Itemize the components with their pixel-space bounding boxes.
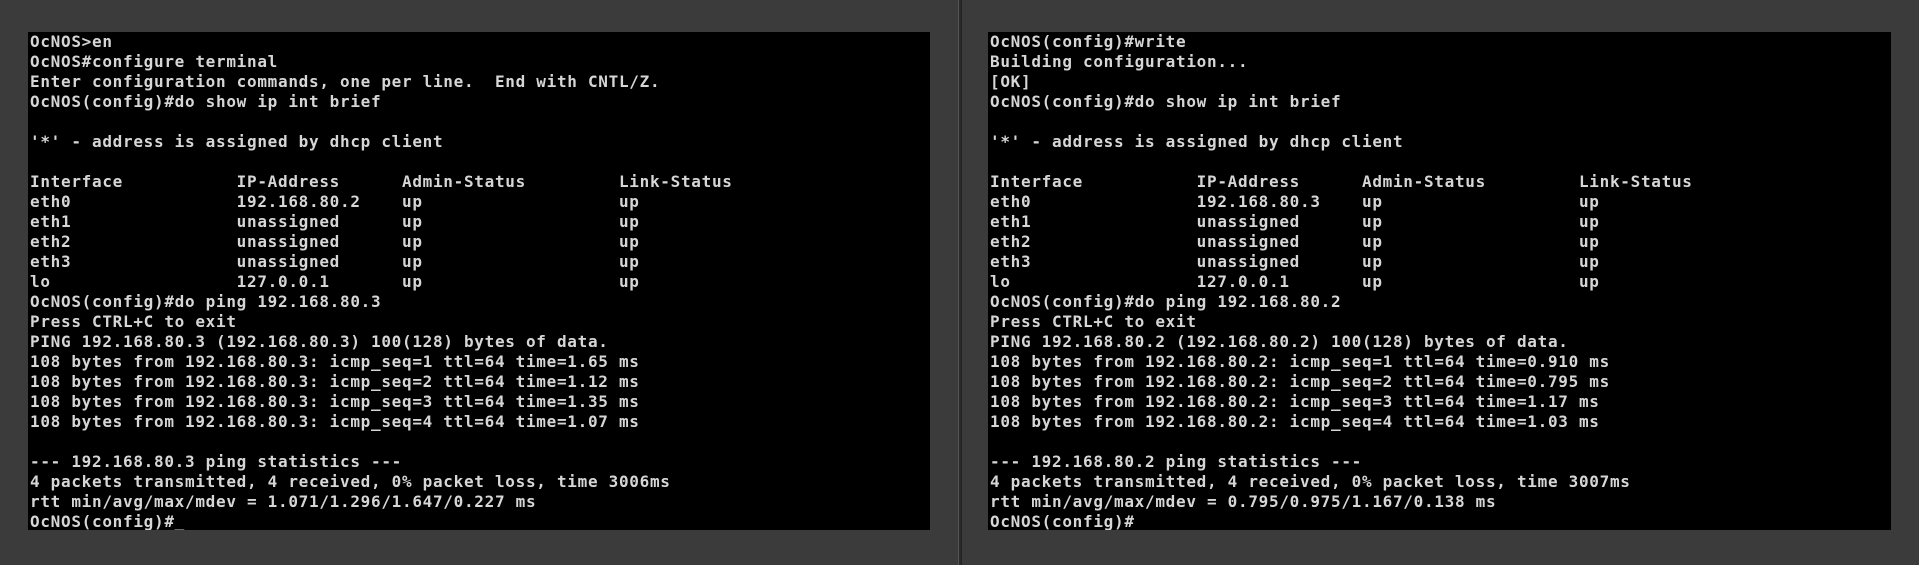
terminal-line: OcNOS(config)#do show ip int brief — [990, 92, 1342, 111]
terminal-line: rtt min/avg/max/mdev = 0.795/0.975/1.167… — [990, 492, 1497, 511]
terminal-line: OcNOS(config)#do ping 192.168.80.3 — [30, 292, 382, 311]
right-console-pane: OcNOS(config)#write Building configuratio… — [962, 0, 1919, 565]
terminal-line: 108 bytes from 192.168.80.2: icmp_seq=1 … — [990, 352, 1610, 371]
terminal-line: Press CTRL+C to exit — [30, 312, 237, 331]
terminal-line: '*' - address is assigned by dhcp client — [990, 132, 1404, 151]
terminal-line: eth3 unassigned up up — [30, 252, 640, 271]
terminal-line: PING 192.168.80.2 (192.168.80.2) 100(128… — [990, 332, 1569, 351]
terminal-line: eth3 unassigned up up — [990, 252, 1600, 271]
terminal-line: 108 bytes from 192.168.80.3: icmp_seq=4 … — [30, 412, 640, 431]
right-terminal-output: OcNOS(config)#write Building configuratio… — [990, 32, 1693, 530]
terminal-line: 108 bytes from 192.168.80.2: icmp_seq=4 … — [990, 412, 1600, 431]
terminal-line: '*' - address is assigned by dhcp client — [30, 132, 444, 151]
terminal-line: eth2 unassigned up up — [30, 232, 640, 251]
terminal-line: lo 127.0.0.1 up up — [30, 272, 640, 291]
terminal-line: rtt min/avg/max/mdev = 1.071/1.296/1.647… — [30, 492, 537, 511]
terminal-line: 108 bytes from 192.168.80.3: icmp_seq=2 … — [30, 372, 640, 391]
terminal-line: eth1 unassigned up up — [30, 212, 640, 231]
terminal-line: Building configuration... — [990, 52, 1249, 71]
terminal-line: --- 192.168.80.2 ping statistics --- — [990, 452, 1362, 471]
terminal-line: --- 192.168.80.3 ping statistics --- — [30, 452, 402, 471]
terminal-line: PING 192.168.80.3 (192.168.80.3) 100(128… — [30, 332, 609, 351]
terminal-line: 4 packets transmitted, 4 received, 0% pa… — [990, 472, 1631, 491]
terminal-line: 108 bytes from 192.168.80.3: icmp_seq=3 … — [30, 392, 640, 411]
terminal-line: lo 127.0.0.1 up up — [990, 272, 1600, 291]
terminal-line: eth1 unassigned up up — [990, 212, 1600, 231]
left-terminal-screen[interactable]: OcNOS>en OcNOS#configure terminal Enter co… — [28, 32, 930, 530]
terminal-line: Enter configuration commands, one per li… — [30, 72, 661, 91]
right-terminal-screen[interactable]: OcNOS(config)#write Building configuratio… — [988, 32, 1891, 530]
left-terminal-output: OcNOS>en OcNOS#configure terminal Enter co… — [30, 32, 733, 530]
terminal-line: 108 bytes from 192.168.80.2: icmp_seq=3 … — [990, 392, 1600, 411]
terminal-line: 4 packets transmitted, 4 received, 0% pa… — [30, 472, 671, 491]
terminal-line: OcNOS>en — [30, 32, 113, 51]
terminal-line: OcNOS#configure terminal — [30, 52, 278, 71]
terminal-line: OcNOS(config)# — [990, 512, 1135, 530]
terminal-line: [OK] — [990, 72, 1032, 91]
terminal-line: Interface IP-Address Admin-Status Link-S… — [30, 172, 733, 191]
terminal-line: eth0 192.168.80.2 up up — [30, 192, 640, 211]
terminal-line: OcNOS(config)#_ — [30, 512, 185, 530]
terminal-line: OcNOS(config)#write — [990, 32, 1187, 51]
terminal-line: eth2 unassigned up up — [990, 232, 1600, 251]
terminal-line: Press CTRL+C to exit — [990, 312, 1197, 331]
terminal-line: OcNOS(config)#do show ip int brief — [30, 92, 382, 111]
terminal-line: OcNOS(config)#do ping 192.168.80.2 — [990, 292, 1342, 311]
terminal-line: Interface IP-Address Admin-Status Link-S… — [990, 172, 1693, 191]
terminal-line: 108 bytes from 192.168.80.3: icmp_seq=1 … — [30, 352, 640, 371]
left-console-pane: OcNOS>en OcNOS#configure terminal Enter co… — [0, 0, 958, 565]
terminal-line: eth0 192.168.80.3 up up — [990, 192, 1600, 211]
terminal-line: 108 bytes from 192.168.80.2: icmp_seq=2 … — [990, 372, 1610, 391]
